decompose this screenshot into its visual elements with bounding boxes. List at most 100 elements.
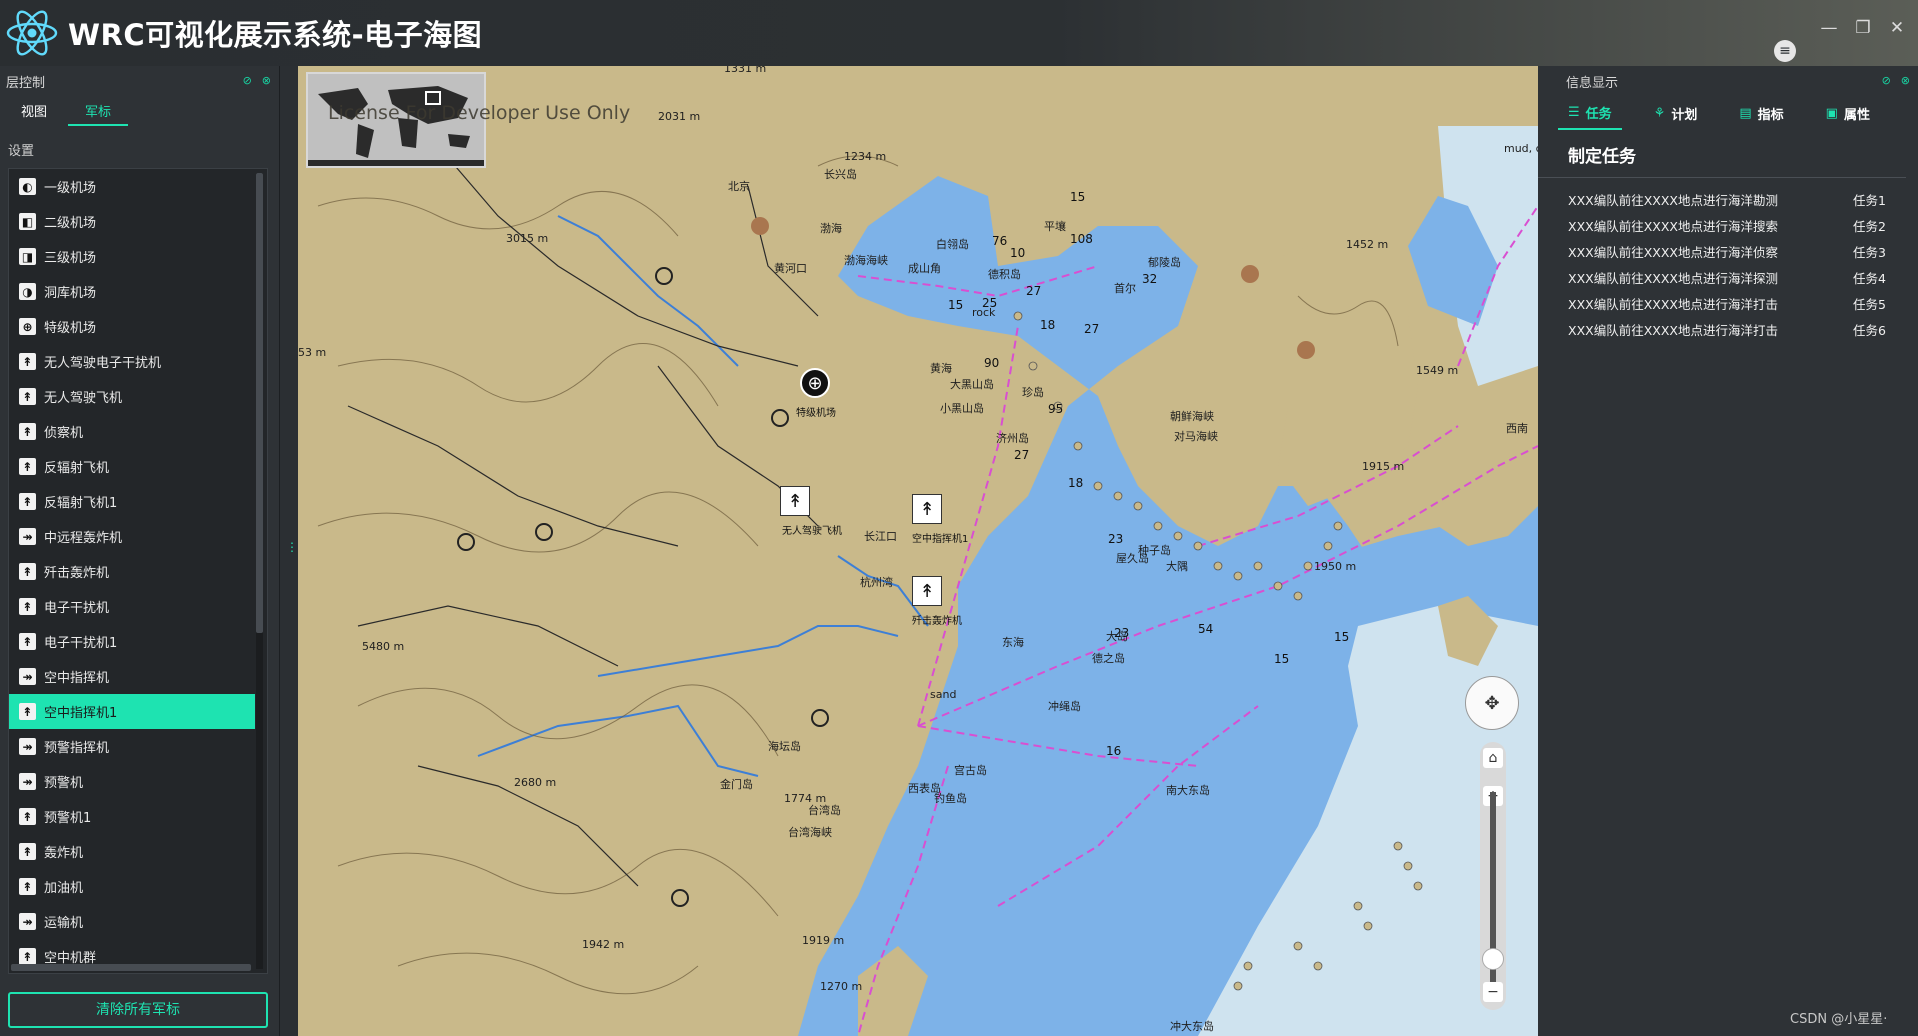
symbol-icon: ↟	[19, 423, 36, 440]
pin-icon[interactable]: ⊘	[243, 74, 252, 87]
panel-title: 层控制	[6, 75, 46, 91]
map-marker-special-airfield[interactable]: ⊕	[800, 368, 830, 398]
minimize-icon[interactable]: —	[1818, 18, 1840, 38]
symbol-label: 反辐射飞机1	[44, 496, 118, 511]
symbol-icon: ↟	[19, 633, 36, 650]
pan-arrows-icon: ✥	[1484, 692, 1500, 714]
symbol-list-item[interactable]: ↟ 预警机1	[9, 799, 267, 834]
symbol-icon: ◑	[19, 283, 36, 300]
close-panel-icon[interactable]: ⊗	[1901, 74, 1910, 87]
symbol-label: 预警指挥机	[44, 741, 110, 756]
panel-header: 层控制 ⊘ ⊗	[0, 66, 279, 96]
zoom-out-button[interactable]: −	[1483, 982, 1503, 1002]
symbol-label: 电子干扰机1	[44, 636, 118, 651]
place-label: 钓鱼岛	[934, 792, 967, 805]
clear-all-symbols-button[interactable]: 清除所有军标	[8, 992, 268, 1028]
symbol-list-item[interactable]: ◐ 一级机场	[9, 169, 267, 204]
symbol-list-item[interactable]: ↟ 无人驾驶飞机	[9, 379, 267, 414]
symbol-list-item[interactable]: ↟ 电子干扰机	[9, 589, 267, 624]
close-panel-icon[interactable]: ⊗	[262, 74, 271, 87]
symbol-list-item[interactable]: ↟ 空中指挥机1	[9, 694, 255, 729]
place-label: mud, c	[1504, 142, 1538, 155]
task-row[interactable]: XXX编队前往XXXX地点进行海洋勘测 任务1	[1538, 186, 1918, 212]
map-marker-command-aircraft[interactable]: ↟	[912, 494, 942, 524]
tab-indicators[interactable]: ▤ 指标	[1729, 96, 1793, 130]
electronic-chart-map[interactable]: License For Developer Use Only 北京 渤海 长兴岛…	[298, 66, 1538, 1036]
symbol-label: 预警机1	[44, 811, 92, 826]
tab-view[interactable]: 视图	[8, 96, 60, 126]
symbol-label: 三级机场	[44, 251, 97, 266]
place-label: 德积岛	[988, 268, 1021, 281]
symbol-label: 电子干扰机	[44, 601, 110, 616]
tab-tasks[interactable]: ☰ 任务	[1558, 96, 1622, 130]
symbol-label: 一级机场	[44, 181, 97, 196]
task-row[interactable]: XXX编队前往XXXX地点进行海洋打击 任务5	[1538, 290, 1918, 316]
symbol-list-item[interactable]: ◑ 洞库机场	[9, 274, 267, 309]
symbol-list-item[interactable]: ↠ 中远程轰炸机	[9, 519, 267, 554]
place-label: 金门岛	[720, 778, 753, 791]
tab-symbols[interactable]: 军标	[68, 96, 128, 126]
depth-sounding: 15	[1070, 190, 1086, 204]
map-marker-fighter-bomber[interactable]: ↟	[912, 576, 942, 606]
symbol-list-item[interactable]: ↟ 电子干扰机1	[9, 624, 267, 659]
symbol-list-item[interactable]: ↠ 预警指挥机	[9, 729, 267, 764]
symbol-list-item[interactable]: ↟ 侦察机	[9, 414, 267, 449]
symbol-list-item[interactable]: ⊕ 特级机场	[9, 309, 267, 344]
symbol-list-item[interactable]: ◧ 二级机场	[9, 204, 267, 239]
task-row[interactable]: XXX编队前往XXXX地点进行海洋打击 任务6	[1538, 316, 1918, 342]
elevation-label: 5480 m	[362, 640, 405, 653]
pan-control[interactable]: ✥	[1465, 676, 1519, 730]
info-tab-bar: ☰ 任务 ⚘ 计划 ▤ 指标 ▣ 属性	[1538, 96, 1918, 130]
map-marker-uav[interactable]: ↟	[780, 486, 810, 516]
depth-sounding: 108	[1070, 232, 1093, 246]
task-description: XXX编队前往XXXX地点进行海洋打击	[1568, 296, 1778, 312]
tab-plan[interactable]: ⚘ 计划	[1644, 96, 1708, 130]
depth-sounding: 95	[1048, 402, 1064, 416]
symbol-icon: ↟	[19, 458, 36, 475]
symbol-list-item[interactable]: ↠ 空中指挥机	[9, 659, 267, 694]
symbol-list-item[interactable]: ↠ 预警机	[9, 764, 267, 799]
symbol-icon: ↟	[19, 353, 36, 370]
place-label: 台湾海峡	[788, 826, 832, 839]
symbol-label: 空中指挥机1	[44, 706, 118, 721]
depth-sounding: 90	[984, 356, 1000, 370]
restore-icon[interactable]: ❐	[1852, 18, 1874, 38]
symbol-icon: ↟	[19, 388, 36, 405]
symbol-list-item[interactable]: ↟ 无人驾驶电子干扰机	[9, 344, 267, 379]
symbol-list-item[interactable]: ↟ 反辐射飞机1	[9, 484, 267, 519]
depth-sounding: 54	[1198, 622, 1214, 636]
elevation-label: 1549 m	[1416, 364, 1459, 377]
elevation-label: 1270 m	[820, 980, 863, 993]
depth-sounding: 16	[1106, 744, 1122, 758]
depth-sounding: 25	[982, 296, 998, 310]
symbol-icon: ◨	[19, 248, 36, 265]
scrollbar-thumb[interactable]	[256, 173, 263, 633]
symbol-list-item[interactable]: ↟ 反辐射飞机	[9, 449, 267, 484]
person-icon: ▣	[1825, 105, 1838, 121]
hamburger-icon[interactable]: ≡	[1774, 40, 1796, 62]
symbol-list-item[interactable]: ↟ 轰炸机	[9, 834, 267, 869]
home-button[interactable]: ⌂	[1483, 748, 1503, 768]
horizontal-scrollbar[interactable]	[11, 964, 251, 971]
task-row[interactable]: XXX编队前往XXXX地点进行海洋侦察 任务3	[1538, 238, 1918, 264]
zoom-slider-thumb[interactable]	[1482, 948, 1504, 970]
tab-attributes[interactable]: ▣ 属性	[1816, 96, 1880, 130]
symbol-icon: ↟	[19, 493, 36, 510]
symbol-list-item[interactable]: ↟ 加油机	[9, 869, 267, 904]
symbol-list-item[interactable]: ↠ 运输机	[9, 904, 267, 939]
splitter-handle-left[interactable]: ⋮	[286, 540, 298, 554]
symbol-icon: ◧	[19, 213, 36, 230]
marker-label: 空中指挥机1	[912, 534, 969, 545]
task-row[interactable]: XXX编队前往XXXX地点进行海洋探测 任务4	[1538, 264, 1918, 290]
airfield-icon: ⊕	[807, 372, 823, 394]
depth-sounding: 27	[1026, 284, 1042, 298]
place-label: 白翎岛	[936, 238, 969, 251]
elevation-label: 1950 m	[1314, 560, 1357, 573]
task-row[interactable]: XXX编队前往XXXX地点进行海洋搜索 任务2	[1538, 212, 1918, 238]
close-icon[interactable]: ✕	[1886, 18, 1908, 38]
place-label: 郁陵岛	[1148, 256, 1181, 269]
task-name: 任务3	[1853, 244, 1886, 260]
pin-icon[interactable]: ⊘	[1882, 74, 1891, 87]
symbol-list-item[interactable]: ↟ 歼击轰炸机	[9, 554, 267, 589]
symbol-list-item[interactable]: ◨ 三级机场	[9, 239, 267, 274]
